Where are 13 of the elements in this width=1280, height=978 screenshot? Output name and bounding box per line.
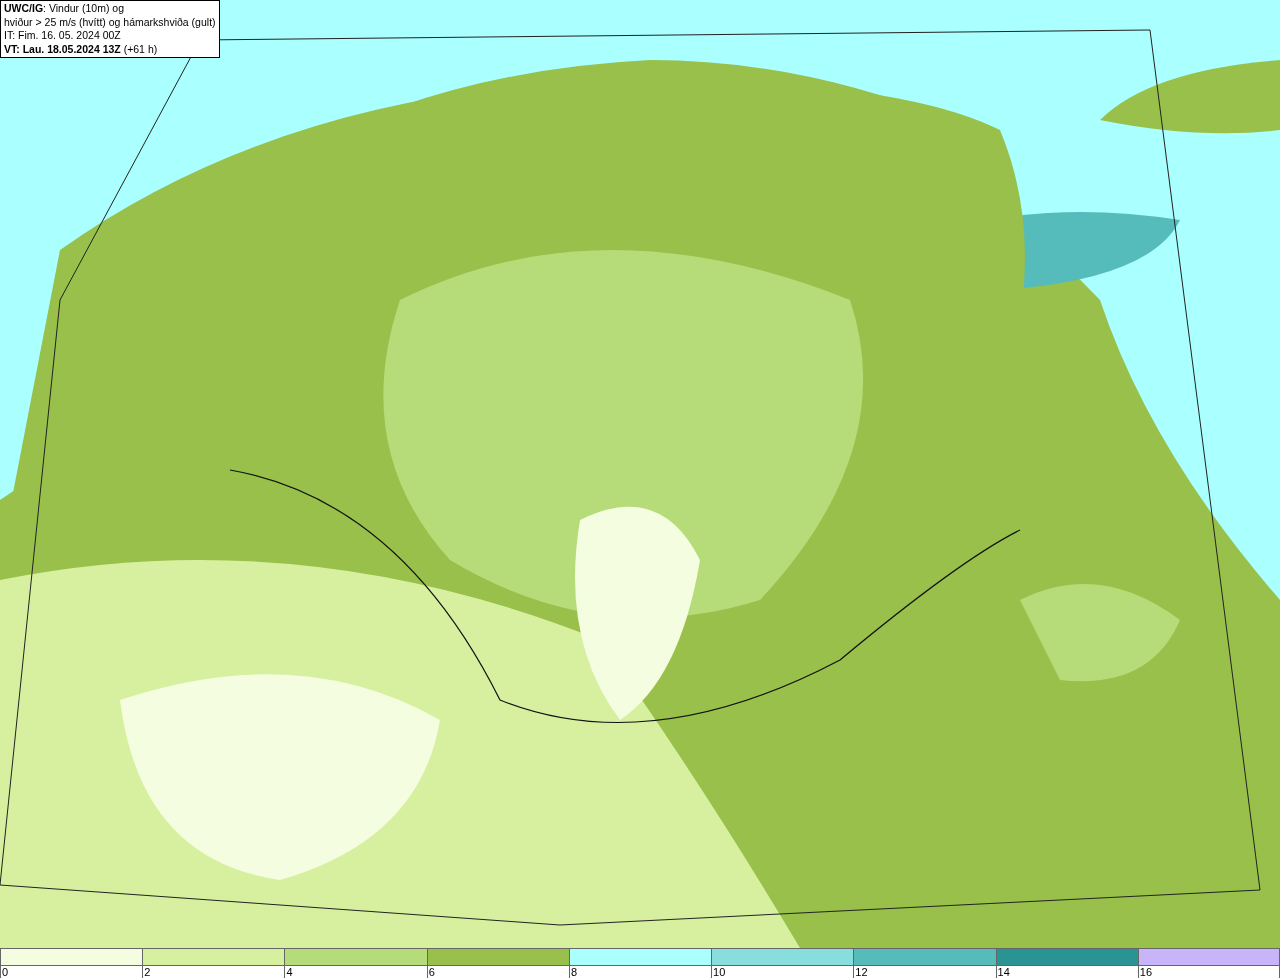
legend-tick-label: 2: [143, 966, 151, 978]
legend-tick-label: 14: [996, 966, 1010, 978]
legend-tick-label: 10: [712, 966, 726, 978]
legend-tick-label: 12: [854, 966, 868, 978]
title-line: VT: Lau. 18.05.2024 13Z (+61 h): [4, 42, 159, 56]
title-line: UWC/IG: Vindur (10m) og: [4, 2, 125, 16]
legend-tick-label: 16: [1138, 966, 1152, 978]
legend-tick-label: 4: [285, 966, 293, 978]
title-line: hviður > 25 m/s (hvítt) og hámarkshviða (gult): [4, 15, 216, 29]
title-line: IT: Fim. 16. 05. 2024 00Z: [4, 29, 122, 43]
legend-tick-label: 6: [427, 966, 435, 978]
legend-tick-label: 0: [1, 966, 9, 978]
legend-tick-label: 8: [569, 966, 577, 978]
